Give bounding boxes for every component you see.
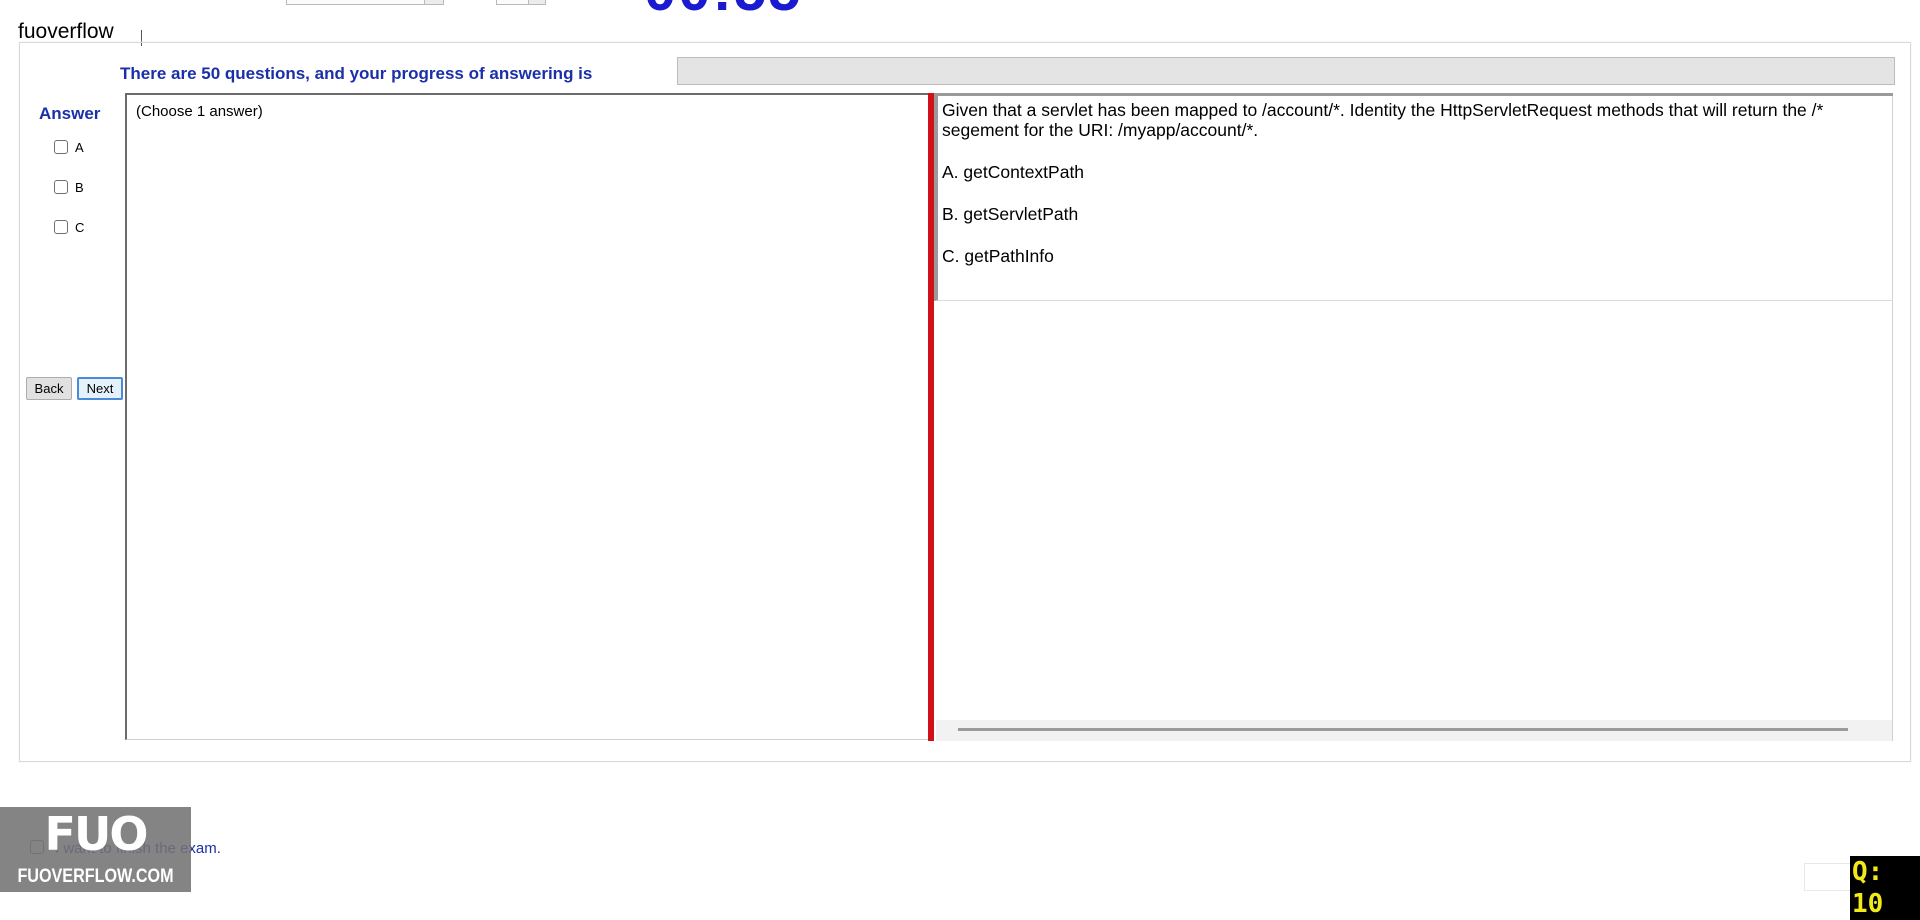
progress-label: There are 50 questions, and your progres… [120, 64, 593, 83]
watermark-url: FUOVERFLOW.COM [17, 866, 174, 887]
question-text: Given that a servlet has been mapped to … [942, 100, 1824, 140]
exam-code-field[interactable] [286, 0, 444, 5]
next-button[interactable]: Next [77, 377, 123, 400]
app-name: fuoverflow [18, 20, 114, 43]
answer-option-b[interactable]: B [54, 178, 84, 196]
exam-code-dropdown-button[interactable] [424, 0, 443, 4]
font-size-field[interactable] [496, 0, 546, 5]
answer-option-label: A [75, 139, 84, 155]
answer-checkbox-a[interactable] [54, 140, 68, 154]
answer-checkbox-b[interactable] [54, 180, 68, 194]
answer-title: Answer [39, 104, 101, 123]
answer-option-label: C [75, 219, 85, 235]
countdown-timer: 00:55 [644, 0, 802, 20]
question-option-c: C. getPathInfo [942, 246, 1054, 266]
watermark-logo-text: FUO [44, 807, 149, 861]
answer-option-a[interactable]: A [54, 138, 84, 156]
answer-checkbox-c[interactable] [54, 220, 68, 234]
font-size-stepper-button[interactable] [528, 0, 545, 4]
back-button[interactable]: Back [26, 377, 72, 400]
answer-option-label: B [75, 179, 84, 195]
question-number-badge: Q: 10 [1850, 856, 1920, 920]
answer-option-c[interactable]: C [54, 218, 84, 236]
choose-instruction: (Choose 1 answer) [136, 103, 263, 120]
horizontal-scrollbar-thumb[interactable] [958, 728, 1848, 731]
question-option-a: A. getContextPath [942, 162, 1085, 182]
question-option-b: B. getServletPath [942, 204, 1079, 224]
progress-bar [677, 57, 1895, 85]
answer-text-area[interactable] [125, 93, 929, 740]
